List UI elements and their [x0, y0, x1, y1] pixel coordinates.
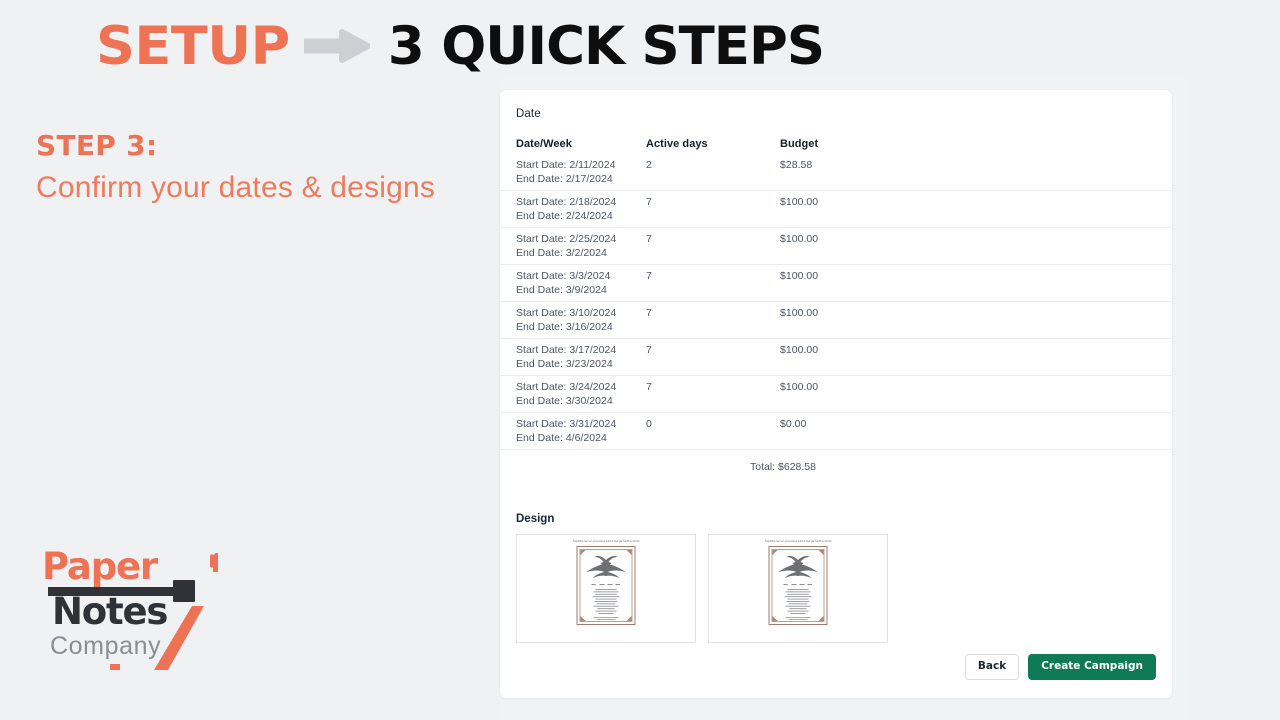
- column-header-budget: Budget: [780, 138, 819, 150]
- row-active-days: 7: [646, 344, 652, 356]
- row-budget: $100.00: [780, 233, 819, 245]
- row-start-date: Start Date: 2/25/2024: [516, 233, 617, 245]
- design-thumbnail[interactable]: Trial Rhonda's art screenshot submit Sam…: [708, 534, 888, 643]
- svg-text:Notes: Notes: [52, 590, 167, 633]
- row-end-date: End Date: 3/30/2024: [516, 395, 613, 408]
- table-row: Start Date: 3/17/2024 End Date: 3/23/202…: [500, 339, 1172, 376]
- row-active-days: 0: [646, 418, 652, 430]
- row-active-days: 2: [646, 159, 652, 171]
- table-row: Start Date: 2/25/2024 End Date: 3/2/2024…: [500, 228, 1172, 265]
- step-block: STEP 3: Confirm your dates & designs: [36, 128, 466, 211]
- table-row: Start Date: 3/10/2024 End Date: 3/16/202…: [500, 302, 1172, 339]
- svg-text:Company: Company: [50, 632, 161, 660]
- row-end-date: End Date: 3/23/2024: [516, 358, 613, 371]
- create-campaign-button[interactable]: Create Campaign: [1028, 654, 1156, 680]
- design-thumbnail-list: Trial Rhonda's art screenshot submit Sam…: [516, 534, 888, 643]
- row-start-date: Start Date: 3/10/2024: [516, 307, 617, 319]
- row-budget: $100.00: [780, 270, 819, 282]
- card-footer: Back Create Campaign: [500, 636, 1172, 698]
- column-header-date-week: Date/Week: [516, 138, 572, 150]
- page-title-accent: SETUP: [96, 15, 290, 77]
- step-label: STEP 3:: [36, 129, 158, 162]
- row-budget: $0.00: [780, 418, 807, 430]
- row-active-days: 7: [646, 196, 652, 208]
- row-start-date: Start Date: 3/17/2024: [516, 344, 617, 356]
- eagle-crest-poster-icon: [768, 546, 828, 625]
- table-total-row: Total: $628.58: [500, 450, 1172, 484]
- total-amount: Total: $628.58: [750, 461, 816, 473]
- row-end-date: End Date: 4/6/2024: [516, 432, 607, 445]
- eagle-crest-poster-icon: [576, 546, 636, 625]
- column-header-active-days: Active days: [646, 138, 708, 150]
- row-end-date: End Date: 3/2/2024: [516, 247, 607, 260]
- row-start-date: Start Date: 2/18/2024: [516, 196, 617, 208]
- page-title: SETUP 3 QUICK STEPS: [96, 12, 825, 80]
- row-start-date: Start Date: 2/11/2024: [516, 159, 616, 171]
- table-header-row: Date/Week Active days Budget: [500, 134, 1172, 154]
- date-section-label: Date: [516, 108, 541, 120]
- step-description: Confirm your dates & designs: [36, 170, 436, 204]
- table-row: Start Date: 2/18/2024 End Date: 2/24/202…: [500, 191, 1172, 228]
- row-start-date: Start Date: 3/31/2024: [516, 418, 617, 430]
- row-active-days: 7: [646, 381, 652, 393]
- page-title-main: 3 QUICK STEPS: [387, 15, 825, 77]
- paper-notes-company-logo: Paper Notes Company: [38, 546, 218, 670]
- row-end-date: End Date: 2/17/2024: [516, 173, 613, 186]
- row-budget: $28.58: [780, 159, 813, 171]
- row-budget: $100.00: [780, 196, 819, 208]
- table-row: Start Date: 3/31/2024 End Date: 4/6/2024…: [500, 413, 1172, 450]
- design-thumbnail[interactable]: Trial Rhonda's art screenshot submit Sam…: [516, 534, 696, 643]
- arrow-right-icon: [300, 29, 374, 63]
- campaign-review-card: Date Date/Week Active days Budget Start …: [500, 90, 1172, 698]
- design-thumbnail-caption: Trial Rhonda's art screenshot submit Sam…: [764, 540, 832, 543]
- row-end-date: End Date: 2/24/2024: [516, 210, 613, 223]
- row-budget: $100.00: [780, 307, 819, 319]
- design-section-label: Design: [516, 513, 555, 525]
- design-thumbnail-caption: Trial Rhonda's art screenshot submit Sam…: [572, 540, 640, 543]
- table-row: Start Date: 3/24/2024 End Date: 3/30/202…: [500, 376, 1172, 413]
- row-start-date: Start Date: 3/24/2024: [516, 381, 617, 393]
- svg-text:Paper: Paper: [42, 546, 159, 588]
- table-row: Start Date: 2/11/2024 End Date: 2/17/202…: [500, 154, 1172, 191]
- row-end-date: End Date: 3/16/2024: [516, 321, 613, 334]
- row-budget: $100.00: [780, 381, 819, 393]
- row-start-date: Start Date: 3/3/2024: [516, 270, 611, 282]
- back-button[interactable]: Back: [964, 654, 1020, 680]
- schedule-table: Date/Week Active days Budget Start Date:…: [500, 134, 1172, 484]
- row-end-date: End Date: 3/9/2024: [516, 284, 607, 297]
- row-active-days: 7: [646, 270, 652, 282]
- row-budget: $100.00: [780, 344, 819, 356]
- table-row: Start Date: 3/3/2024 End Date: 3/9/2024 …: [500, 265, 1172, 302]
- row-active-days: 7: [646, 307, 652, 319]
- row-active-days: 7: [646, 233, 652, 245]
